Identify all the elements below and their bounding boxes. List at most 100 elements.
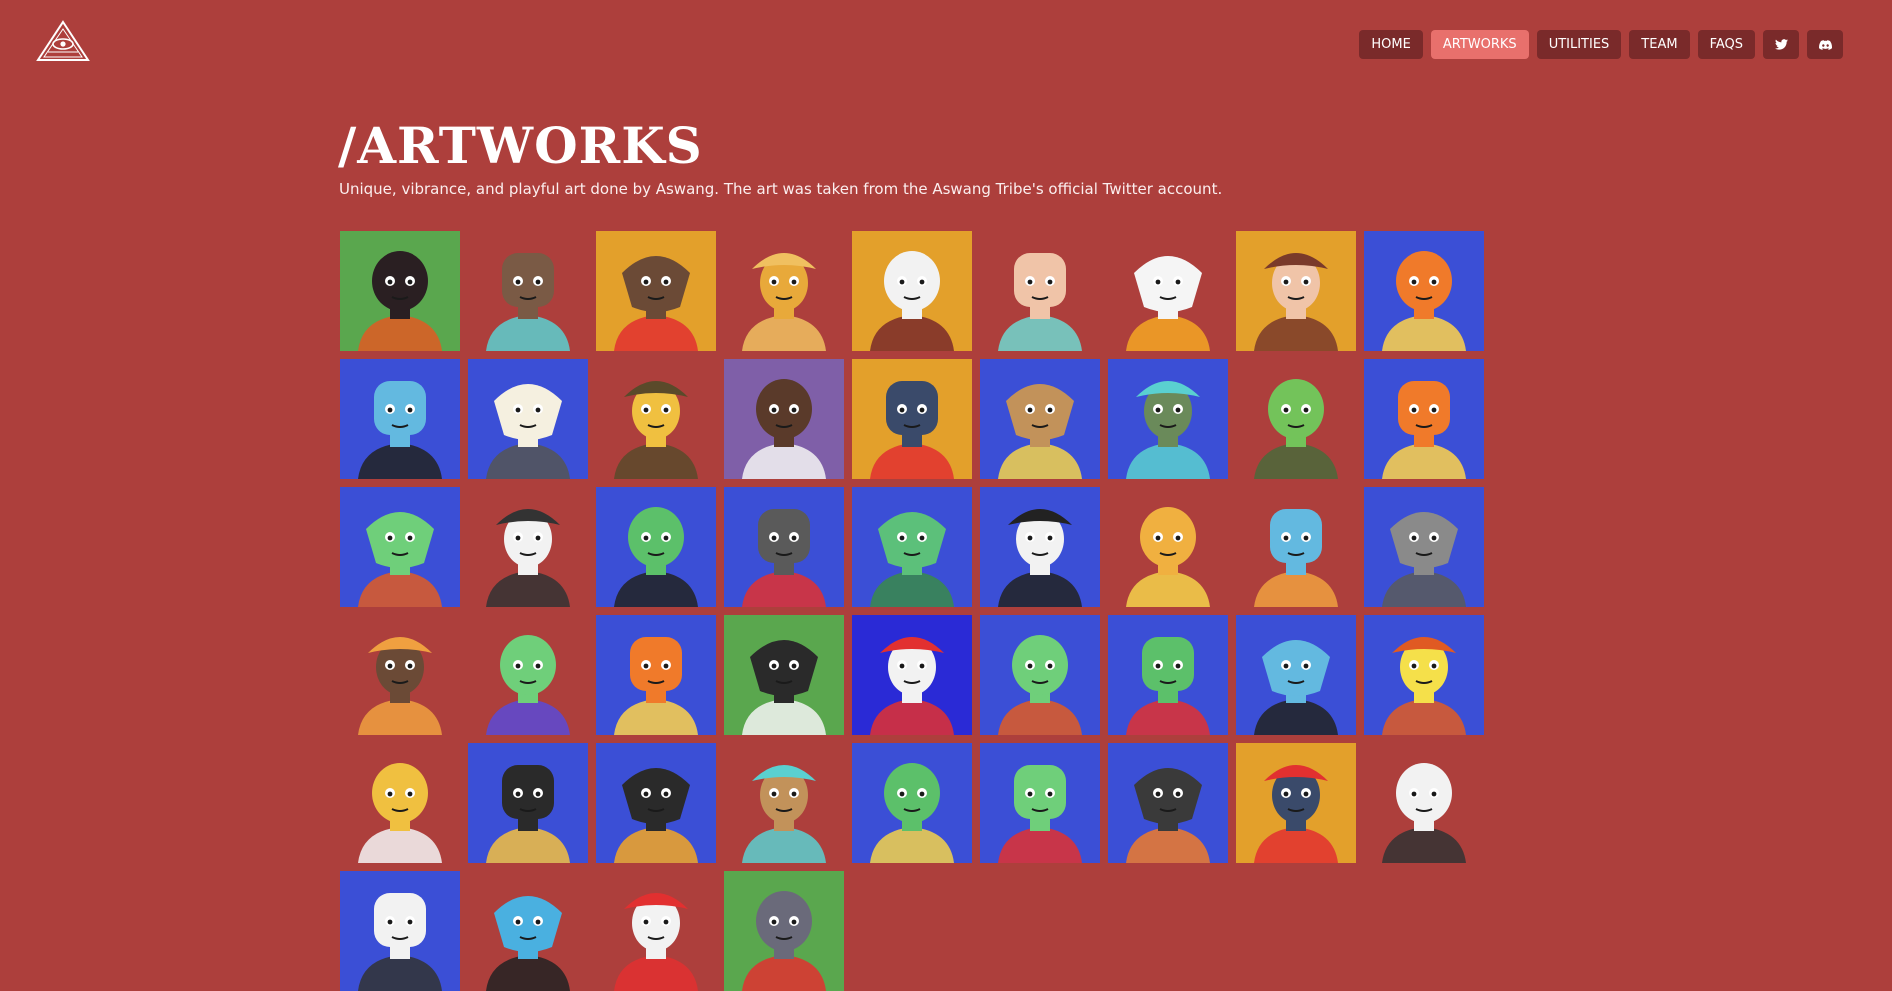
artwork-tile[interactable]	[340, 871, 460, 991]
artwork-tile[interactable]	[1364, 487, 1484, 607]
artwork-tile[interactable]	[1108, 743, 1228, 863]
artwork-tile[interactable]	[340, 359, 460, 479]
artwork-tile[interactable]	[724, 615, 844, 735]
artwork-tile[interactable]	[340, 231, 460, 351]
artwork-image	[358, 381, 442, 479]
artwork-image	[486, 509, 570, 607]
artwork-image	[742, 379, 826, 479]
artwork-image	[998, 253, 1082, 351]
artwork-image	[1382, 512, 1466, 607]
artwork-image	[1126, 507, 1210, 607]
artwork-image	[1126, 381, 1210, 479]
artwork-tile[interactable]	[980, 359, 1100, 479]
artwork-tile[interactable]	[468, 231, 588, 351]
artwork-tile[interactable]	[1236, 359, 1356, 479]
artwork-image	[742, 509, 826, 607]
artwork-tile[interactable]	[596, 871, 716, 991]
twitter-button[interactable]	[1763, 30, 1799, 59]
artwork-image	[1126, 256, 1210, 351]
artwork-image	[358, 637, 442, 735]
artwork-image	[870, 251, 954, 351]
artwork-tile[interactable]	[724, 359, 844, 479]
artwork-image	[486, 896, 570, 991]
nav-faqs[interactable]: FAQS	[1697, 30, 1755, 59]
artwork-image	[486, 765, 570, 863]
artwork-tile[interactable]	[468, 487, 588, 607]
nav-artworks[interactable]: ARTWORKS	[1430, 30, 1529, 59]
artwork-tile[interactable]	[980, 615, 1100, 735]
artwork-image	[614, 256, 698, 351]
artwork-image	[486, 635, 570, 735]
artwork-tile[interactable]	[596, 743, 716, 863]
artwork-tile[interactable]	[724, 743, 844, 863]
artwork-image	[1382, 251, 1466, 351]
artwork-image	[614, 637, 698, 735]
artwork-tile[interactable]	[852, 487, 972, 607]
artwork-image	[998, 509, 1082, 607]
artwork-tile[interactable]	[1364, 743, 1484, 863]
artwork-image	[742, 765, 826, 863]
artwork-tile[interactable]	[1108, 615, 1228, 735]
artwork-tile[interactable]	[596, 359, 716, 479]
artwork-image	[1254, 253, 1338, 351]
artwork-tile[interactable]	[852, 359, 972, 479]
artwork-image	[614, 768, 698, 863]
artwork-image	[998, 765, 1082, 863]
artwork-image	[742, 891, 826, 991]
artwork-image	[1254, 509, 1338, 607]
nav-team[interactable]: TEAM	[1629, 30, 1690, 59]
artwork-tile[interactable]	[1236, 231, 1356, 351]
artwork-tile[interactable]	[468, 359, 588, 479]
artwork-image	[1254, 379, 1338, 479]
artwork-tile[interactable]	[852, 231, 972, 351]
artwork-image	[998, 635, 1082, 735]
artwork-image	[614, 893, 698, 991]
page-title: /ARTWORKS	[338, 116, 703, 175]
artwork-tile[interactable]	[1236, 615, 1356, 735]
artwork-tile[interactable]	[1364, 231, 1484, 351]
artwork-tile[interactable]	[852, 743, 972, 863]
artwork-tile[interactable]	[340, 487, 460, 607]
eye-pyramid-logo-icon[interactable]	[36, 20, 90, 62]
artwork-tile[interactable]	[596, 487, 716, 607]
nav-utilities[interactable]: UTILITIES	[1536, 30, 1622, 59]
artwork-tile[interactable]	[724, 487, 844, 607]
artwork-tile[interactable]	[724, 871, 844, 991]
artwork-image	[870, 637, 954, 735]
artwork-tile[interactable]	[980, 487, 1100, 607]
artwork-tile[interactable]	[468, 871, 588, 991]
discord-button[interactable]	[1807, 30, 1843, 59]
artwork-tile[interactable]	[1364, 359, 1484, 479]
main-nav: HOME ARTWORKS UTILITIES TEAM FAQS	[1359, 30, 1843, 59]
artwork-tile[interactable]	[852, 615, 972, 735]
artwork-image	[1254, 640, 1338, 735]
artwork-image	[870, 381, 954, 479]
nav-home[interactable]: HOME	[1359, 30, 1423, 59]
artwork-image	[486, 253, 570, 351]
artwork-tile[interactable]	[1364, 615, 1484, 735]
artwork-tile[interactable]	[1108, 231, 1228, 351]
artwork-image	[1126, 768, 1210, 863]
artwork-tile[interactable]	[1108, 359, 1228, 479]
twitter-icon	[1774, 39, 1788, 50]
artwork-image	[358, 512, 442, 607]
artwork-tile[interactable]	[1108, 487, 1228, 607]
artwork-tile[interactable]	[724, 231, 844, 351]
artwork-tile[interactable]	[596, 615, 716, 735]
artwork-tile[interactable]	[1236, 743, 1356, 863]
artwork-tile[interactable]	[468, 615, 588, 735]
artwork-image	[742, 253, 826, 351]
artwork-tile[interactable]	[596, 231, 716, 351]
artwork-image	[870, 512, 954, 607]
artwork-image	[1382, 637, 1466, 735]
artwork-tile[interactable]	[340, 743, 460, 863]
artwork-tile[interactable]	[1236, 487, 1356, 607]
artwork-tile[interactable]	[468, 743, 588, 863]
page-subtitle: Unique, vibrance, and playful art done b…	[339, 180, 1223, 198]
artwork-tile[interactable]	[980, 231, 1100, 351]
discord-icon	[1818, 39, 1832, 50]
artwork-tile[interactable]	[340, 615, 460, 735]
artwork-tile[interactable]	[980, 743, 1100, 863]
artwork-image	[1254, 765, 1338, 863]
artwork-image	[358, 893, 442, 991]
